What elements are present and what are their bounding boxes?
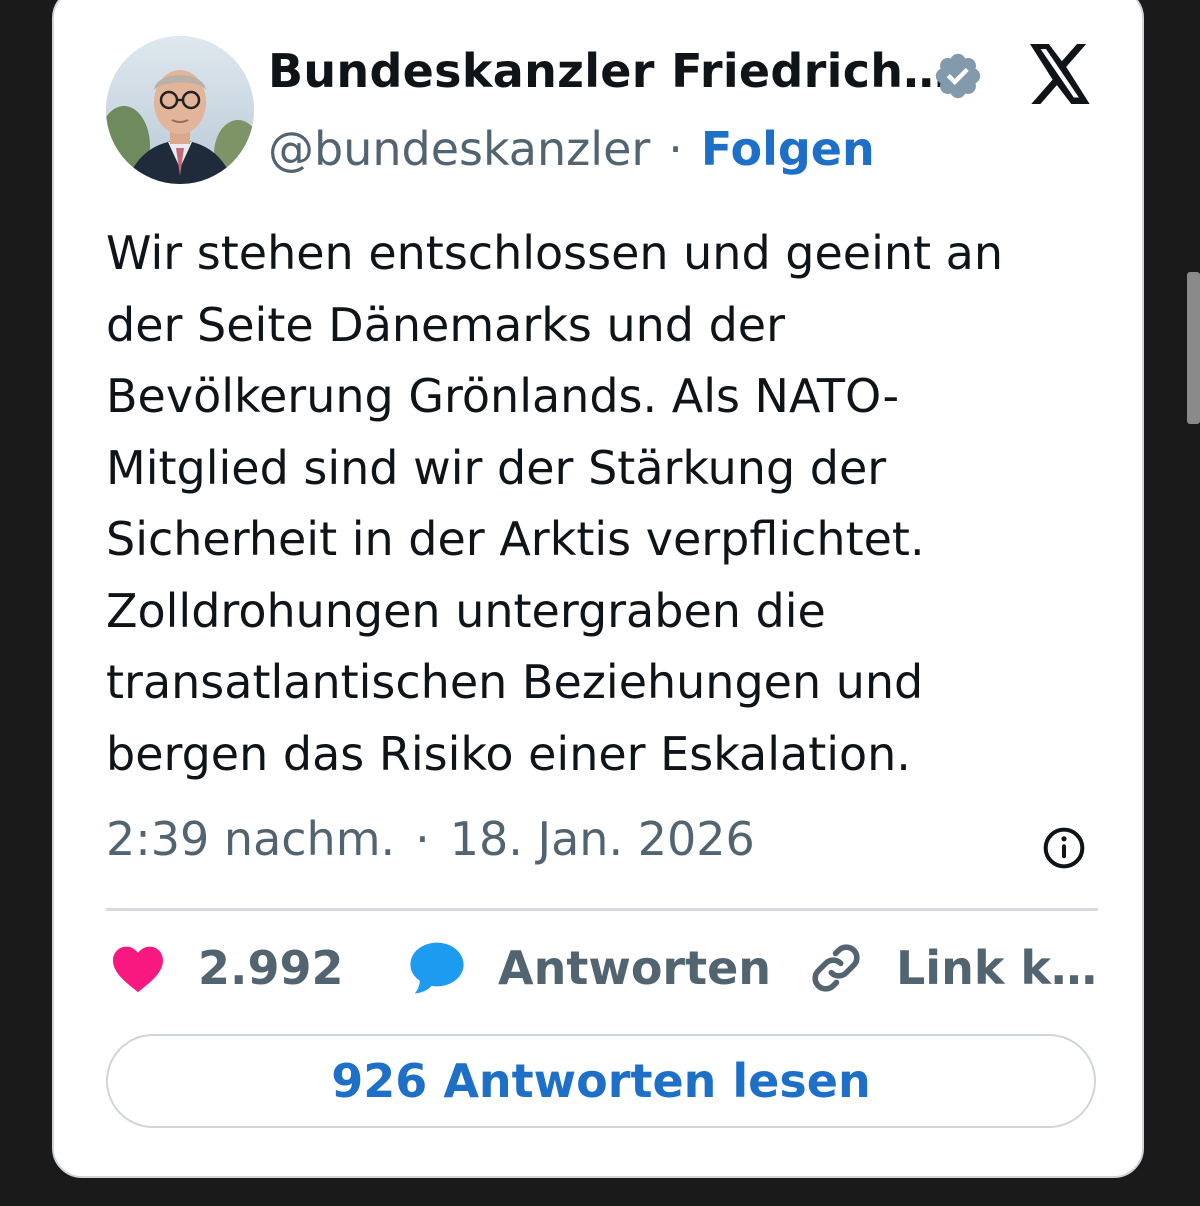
tweet-timestamp[interactable]: 2:39 nachm. · 18. Jan. 2026 [106,812,755,866]
divider [106,908,1098,911]
copy-link-button[interactable]: Link k… [808,928,1097,1008]
like-count: 2.992 [198,941,344,995]
read-replies-button[interactable]: 926 Antworten lesen [106,1034,1096,1128]
tweet-text: Wir stehen entschlossen und geeint an de… [106,226,1004,781]
page: Bundeskanzler Friedrich… @bundeskanzler ·… [0,0,1200,1206]
handle-row: @bundeskanzler · Folgen [268,122,875,176]
author-display-name[interactable]: Bundeskanzler Friedrich… [268,44,950,98]
copy-link-label: Link k… [896,941,1098,995]
verified-badge-icon [935,53,981,99]
scrollbar-thumb[interactable] [1187,272,1200,424]
speech-bubble-icon [410,942,464,994]
tweet-date: 18. Jan. 2026 [449,812,755,866]
separator-dot: · [668,122,683,176]
heart-icon [113,946,163,993]
avatar[interactable] [106,36,254,184]
link-icon [812,944,860,992]
follow-button[interactable]: Folgen [701,122,875,176]
reply-label: Antworten [498,941,772,995]
tweet-card: Bundeskanzler Friedrich… @bundeskanzler ·… [52,0,1144,1178]
x-logo-icon[interactable] [1026,44,1094,104]
info-icon[interactable] [1042,826,1086,870]
author-handle[interactable]: @bundeskanzler [268,122,650,176]
tweet-time: 2:39 nachm. [106,812,396,866]
separator-dot: · [415,812,430,866]
like-button[interactable]: 2.992 [110,928,344,1008]
reply-button[interactable]: Antworten [408,928,771,1008]
